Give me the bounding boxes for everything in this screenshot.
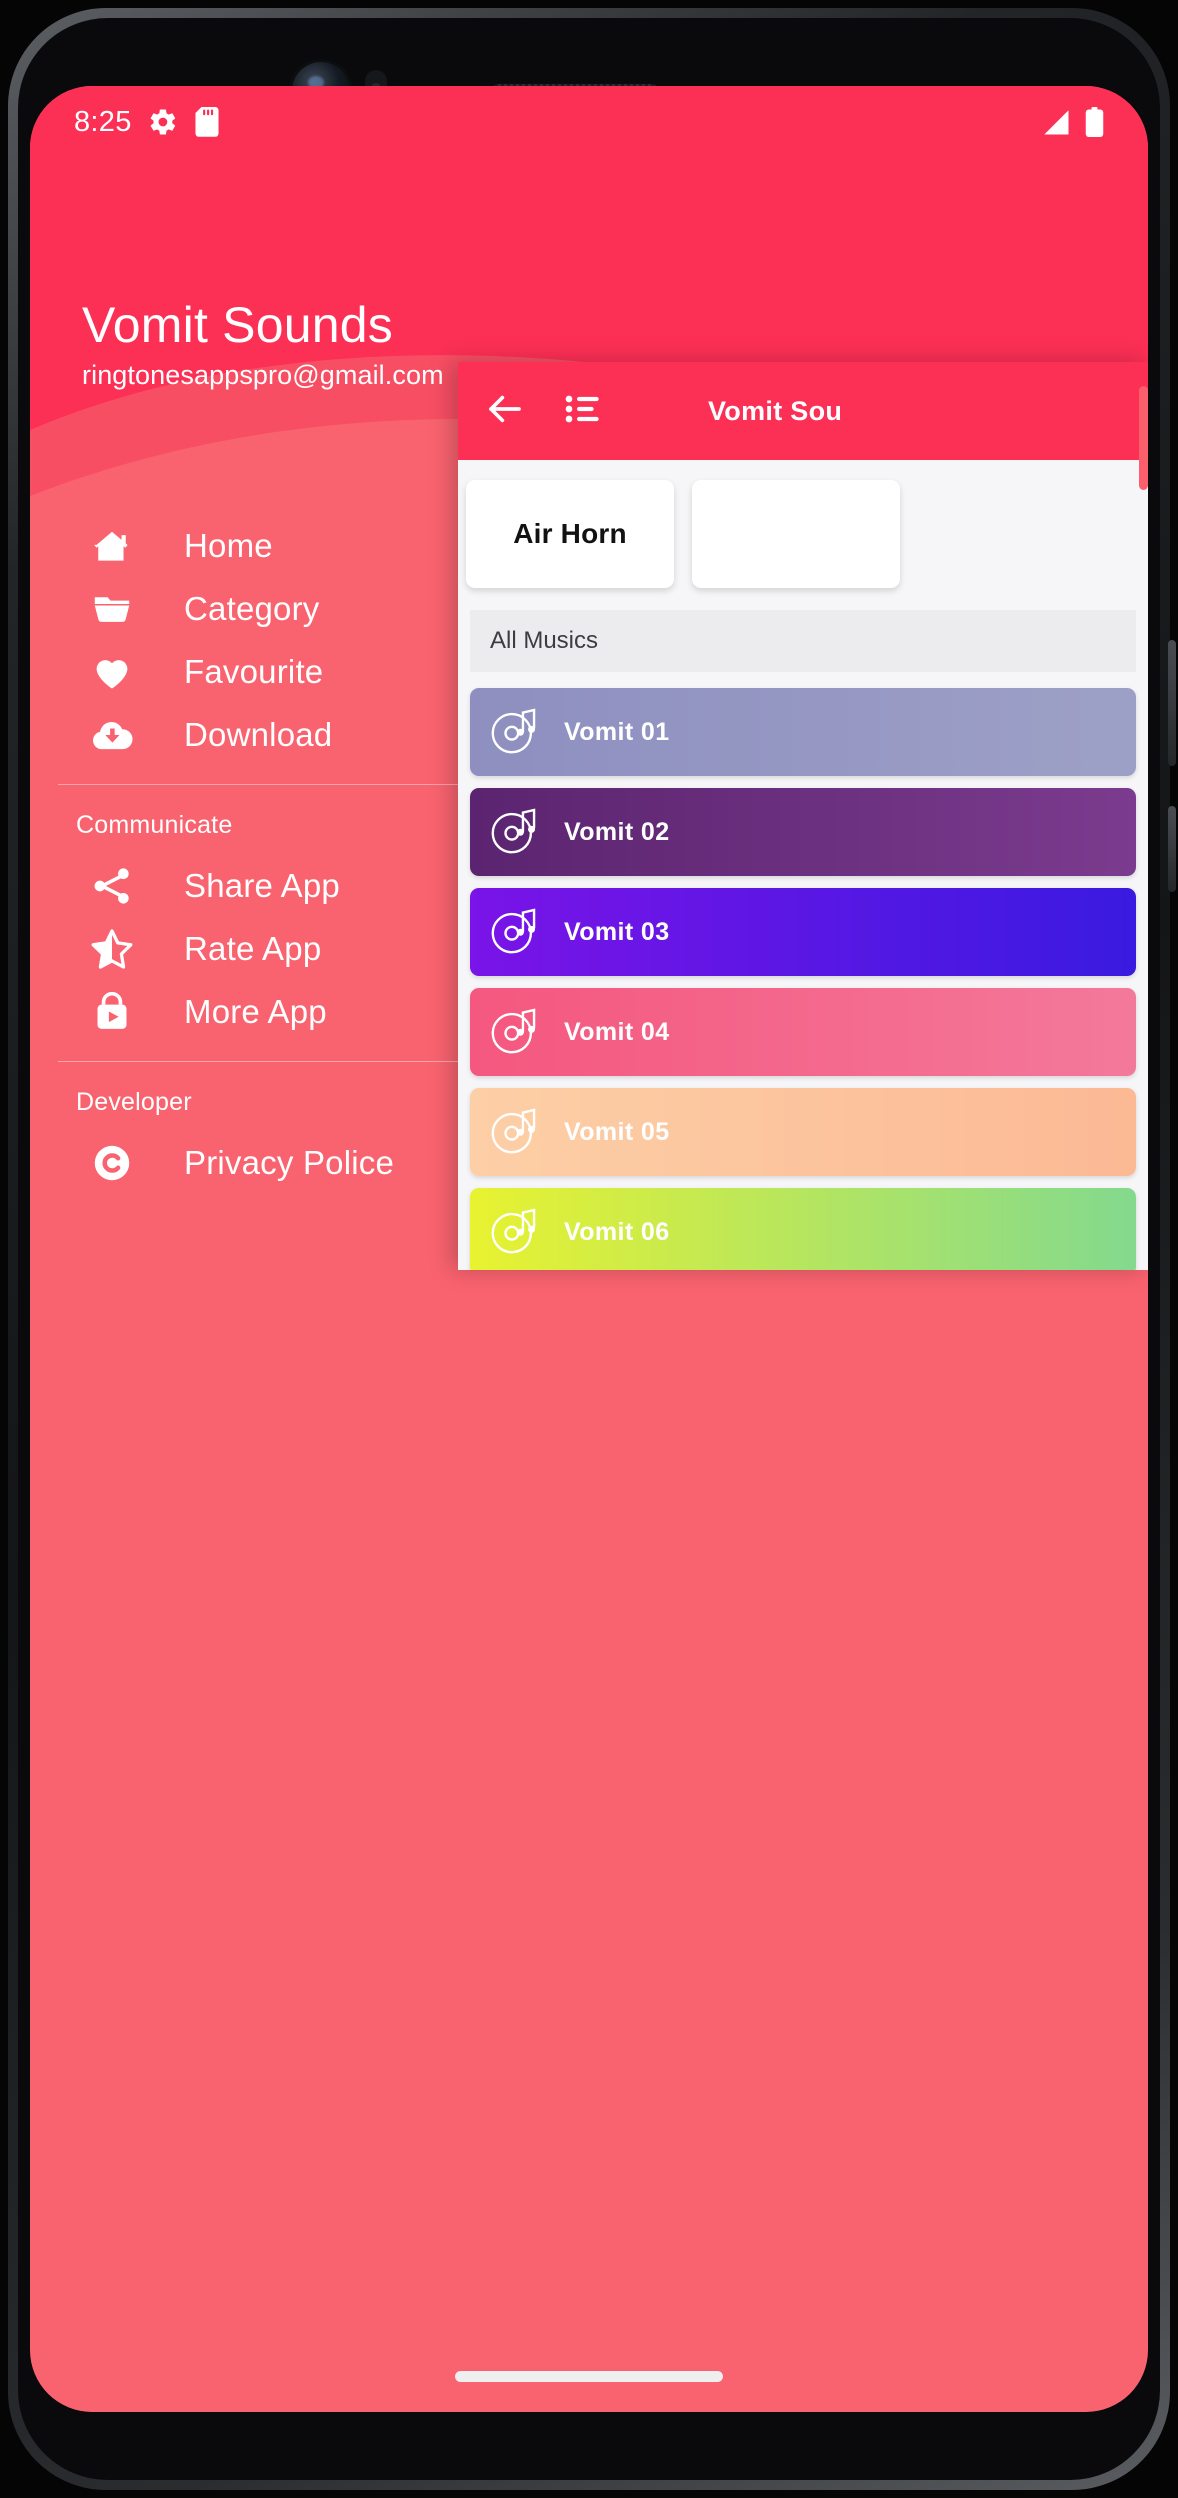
star-half-icon: [86, 926, 138, 972]
track-label: Vomit 01: [564, 717, 670, 746]
status-bar: 8:25: [30, 86, 1148, 158]
sidebar-item-label: Download: [184, 715, 333, 753]
track-label: Vomit 03: [564, 917, 670, 946]
sidebar-item-home[interactable]: Home: [30, 514, 492, 577]
track-row[interactable]: Vomit 04: [470, 988, 1136, 1076]
phone-frame: 8:25 Vomit Sounds ringtonesappspro@gmail…: [0, 0, 1178, 2498]
folder-icon: [86, 587, 138, 631]
gesture-navigation-pill[interactable]: [455, 2371, 723, 2382]
disc-icon: [488, 903, 542, 962]
sidebar-item-share-app[interactable]: Share App: [30, 854, 492, 917]
phone-screen: 8:25 Vomit Sounds ringtonesappspro@gmail…: [30, 86, 1148, 2412]
featured-card[interactable]: [692, 480, 900, 588]
drawer-nav-list: Home Category Favourite Download Communi…: [30, 514, 492, 1194]
sidebar-item-label: Favourite: [184, 652, 324, 690]
track-row[interactable]: Vomit 01: [470, 688, 1136, 776]
disc-icon: [488, 703, 542, 762]
track-list: Vomit 01 Vomit 02 Vomit 03 Vomit 04 Vomi…: [458, 672, 1148, 1270]
disc-icon: [488, 1003, 542, 1062]
content-panel: Vomit Sou Air Horn All Musics Vomit 01 V…: [458, 362, 1148, 1270]
sidebar-item-label: Category: [184, 589, 320, 627]
sidebar-item-label: More App: [184, 992, 327, 1030]
power-button[interactable]: [1168, 806, 1176, 892]
list-menu-icon[interactable]: [562, 389, 602, 434]
section-all-musics-label: All Musics: [490, 627, 599, 654]
back-arrow-icon[interactable]: [484, 388, 526, 435]
share-icon: [86, 864, 138, 908]
section-header-communicate: Communicate: [76, 811, 233, 839]
featured-card-label: Air Horn: [513, 518, 627, 549]
track-label: Vomit 05: [564, 1117, 670, 1146]
sd-card-icon: [195, 107, 219, 137]
scrollbar[interactable]: [1139, 386, 1148, 490]
track-label: Vomit 02: [564, 817, 670, 846]
disc-icon: [488, 1203, 542, 1262]
home-icon: [86, 524, 138, 568]
track-row[interactable]: Vomit 02: [470, 788, 1136, 876]
signal-icon: [1044, 110, 1069, 135]
status-time: 8:25: [74, 105, 132, 138]
track-label: Vomit 06: [564, 1217, 670, 1246]
sidebar-item-more-app[interactable]: More App: [30, 980, 492, 1043]
content-title: Vomit Sou: [708, 395, 843, 426]
track-label: Vomit 04: [564, 1017, 670, 1046]
featured-card-row: Air Horn: [458, 460, 1148, 588]
sidebar-item-download[interactable]: Download: [30, 703, 492, 766]
sidebar-item-label: Rate App: [184, 929, 322, 967]
track-row[interactable]: Vomit 06: [470, 1188, 1136, 1270]
account-title: Vomit Sounds: [82, 297, 393, 353]
content-toolbar: Vomit Sou: [458, 362, 1148, 460]
sidebar-item-label: Share App: [184, 866, 340, 904]
status-right-icons: [1041, 107, 1104, 137]
gear-icon: [150, 109, 175, 135]
sidebar-item-favourite[interactable]: Favourite: [30, 640, 492, 703]
heart-icon: [86, 650, 138, 694]
sidebar-item-category[interactable]: Category: [30, 577, 492, 640]
track-row[interactable]: Vomit 05: [470, 1088, 1136, 1176]
disc-icon: [488, 1103, 542, 1162]
copyright-icon: [86, 1141, 138, 1185]
status-left-icons: [148, 107, 220, 137]
sidebar-item-rate-app[interactable]: Rate App: [30, 917, 492, 980]
section-all-musics: All Musics: [470, 610, 1136, 672]
sidebar-item-label: Privacy Police: [184, 1143, 395, 1181]
sidebar-item-label: Home: [184, 526, 273, 564]
disc-icon: [488, 803, 542, 862]
app-root: 8:25 Vomit Sounds ringtonesappspro@gmail…: [30, 86, 1148, 2412]
battery-icon: [1085, 107, 1104, 137]
cloud-download-icon: [86, 712, 138, 758]
track-row[interactable]: Vomit 03: [470, 888, 1136, 976]
featured-card[interactable]: Air Horn: [466, 480, 674, 588]
sidebar-item-privacy-police[interactable]: Privacy Police: [30, 1131, 492, 1194]
play-store-bag-icon: [86, 990, 138, 1034]
section-header-developer: Developer: [76, 1088, 192, 1116]
volume-button[interactable]: [1168, 640, 1176, 766]
